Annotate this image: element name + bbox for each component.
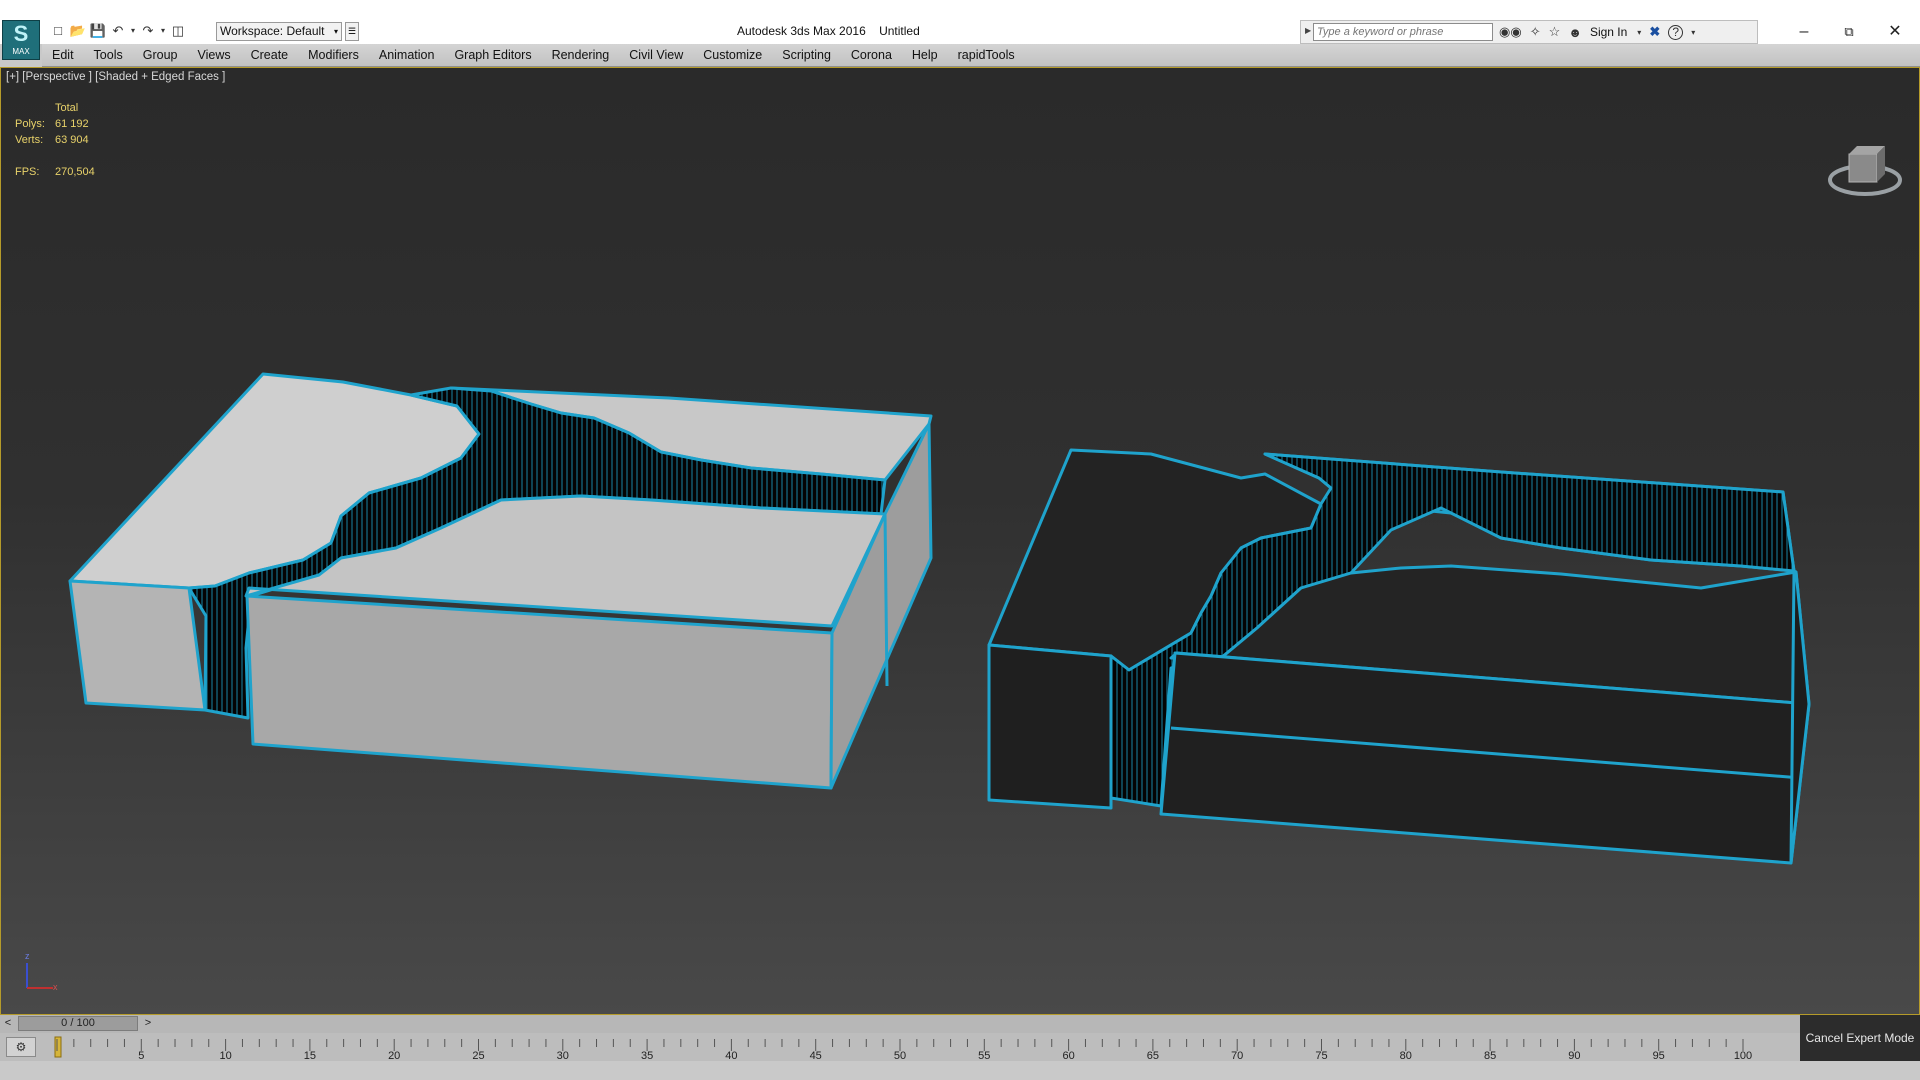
menu-corona[interactable]: Corona bbox=[841, 44, 902, 66]
project-folder-icon[interactable]: ◫ bbox=[168, 22, 188, 40]
menu-scripting[interactable]: Scripting bbox=[772, 44, 841, 66]
quick-access-toolbar: □ 📂 💾 ↶ ▾ ↷ ▾ ◫ bbox=[48, 22, 188, 40]
scene-canvas[interactable] bbox=[1, 68, 1919, 1014]
viewport-statistics: Total Polys: 61 192 Verts: 63 904 FPS: 270,… bbox=[15, 100, 95, 180]
title-bar: S MAX □ 📂 💾 ↶ ▾ ↷ ▾ ◫ Workspace: Default… bbox=[0, 0, 1920, 60]
frame-ruler[interactable]: 5 10 15 20 25 30 35 40 45 50 55 60 65 70 75 80 85 90 95 100 bbox=[0, 1033, 1800, 1061]
app-name: Autodesk 3ds Max 2016 bbox=[737, 24, 866, 38]
time-slider-next-button[interactable]: > bbox=[140, 1016, 156, 1031]
fps-value: 270,504 bbox=[55, 166, 95, 178]
menu-rendering[interactable]: Rendering bbox=[542, 44, 620, 66]
cancel-expert-mode-button[interactable]: Cancel Expert Mode bbox=[1800, 1015, 1920, 1061]
ruler-label: 15 bbox=[304, 1050, 316, 1061]
verts-label: Verts: bbox=[15, 134, 44, 146]
verts-value: 63 904 bbox=[55, 134, 89, 146]
ruler-label: 10 bbox=[219, 1050, 231, 1061]
chevron-down-icon: ▾ bbox=[333, 27, 338, 36]
axis-tripod-icon bbox=[26, 963, 53, 989]
menu-edit[interactable]: Edit bbox=[42, 44, 84, 66]
fps-label: FPS: bbox=[15, 166, 40, 178]
save-icon[interactable]: 💾 bbox=[88, 22, 108, 40]
logo-text: MAX bbox=[12, 47, 30, 56]
ruler-label: 30 bbox=[557, 1050, 569, 1061]
ruler-label: 5 bbox=[138, 1050, 144, 1061]
communication-center-icon[interactable]: ✧ bbox=[1530, 24, 1541, 40]
menu-modifiers[interactable]: Modifiers bbox=[298, 44, 369, 66]
restore-button[interactable]: ⧉ bbox=[1826, 20, 1872, 44]
new-file-icon[interactable]: □ bbox=[48, 22, 68, 40]
collapse-arrow-icon[interactable]: ▶ bbox=[1305, 26, 1311, 35]
terrain-block-wireframe[interactable] bbox=[987, 448, 1811, 865]
workspace-dropdown[interactable]: Workspace: Default ▾ bbox=[216, 22, 342, 41]
ruler-label: 25 bbox=[472, 1050, 484, 1061]
stats-header: Total bbox=[55, 102, 79, 114]
ruler-label: 40 bbox=[725, 1050, 737, 1061]
menu-bar: Edit Tools Group Views Create Modifiers Animat… bbox=[42, 44, 1920, 67]
ruler-label: 60 bbox=[1062, 1050, 1074, 1061]
ruler-label: 95 bbox=[1653, 1050, 1665, 1061]
ruler-label: 70 bbox=[1231, 1050, 1243, 1061]
document-name: Untitled bbox=[879, 24, 920, 38]
menu-tools[interactable]: Tools bbox=[84, 44, 133, 66]
polys-label: Polys: bbox=[15, 118, 45, 130]
ruler-label: 75 bbox=[1315, 1050, 1327, 1061]
frame-label: 0 / 100 bbox=[61, 1017, 95, 1029]
menu-group[interactable]: Group bbox=[133, 44, 188, 66]
axis-x-label: x bbox=[53, 982, 58, 992]
time-slider[interactable]: 0 / 100 bbox=[18, 1016, 138, 1031]
app-menu-button[interactable]: S MAX bbox=[2, 20, 40, 60]
exchange-apps-icon[interactable]: ✖ bbox=[1649, 24, 1660, 40]
redo-icon[interactable]: ↷ bbox=[138, 22, 158, 40]
time-slider-bar: < 0 / 100 > bbox=[0, 1015, 1920, 1033]
undo-dropdown-icon[interactable]: ▾ bbox=[128, 22, 138, 40]
axis-z-label: z bbox=[25, 951, 30, 961]
undo-icon[interactable]: ↶ bbox=[108, 22, 128, 40]
ruler-label: 90 bbox=[1568, 1050, 1580, 1061]
chevron-down-icon[interactable]: ▾ bbox=[1637, 28, 1641, 37]
polys-value: 61 192 bbox=[55, 118, 89, 130]
menu-animation[interactable]: Animation bbox=[369, 44, 445, 66]
menu-customize[interactable]: Customize bbox=[693, 44, 772, 66]
help-icon[interactable]: ? bbox=[1668, 24, 1684, 40]
time-slider-prev-button[interactable]: < bbox=[0, 1016, 16, 1031]
menu-help[interactable]: Help bbox=[902, 44, 948, 66]
time-cursor[interactable] bbox=[54, 1036, 62, 1058]
sign-in-link[interactable]: Sign In bbox=[1590, 25, 1627, 39]
ruler-label: 50 bbox=[894, 1050, 906, 1061]
menu-create[interactable]: Create bbox=[241, 44, 299, 66]
close-button[interactable]: ✕ bbox=[1872, 20, 1918, 44]
ruler-label: 65 bbox=[1147, 1050, 1159, 1061]
infocenter: ▶ ◉◉ ✧ ☆ ☻ Sign In ▾ ✖ ? ▾ bbox=[1300, 20, 1758, 44]
chevron-down-icon[interactable]: ▾ bbox=[1691, 28, 1695, 37]
ruler-label: 80 bbox=[1400, 1050, 1412, 1061]
menu-graph-editors[interactable]: Graph Editors bbox=[444, 44, 541, 66]
menu-rapidtools[interactable]: rapidTools bbox=[948, 44, 1025, 66]
ruler-label: 55 bbox=[978, 1050, 990, 1061]
window-title: Autodesk 3ds Max 2016 Untitled bbox=[737, 24, 920, 38]
minimize-button[interactable]: – bbox=[1781, 20, 1827, 44]
ruler-label: 85 bbox=[1484, 1050, 1496, 1061]
redo-dropdown-icon[interactable]: ▾ bbox=[158, 22, 168, 40]
perspective-viewport[interactable]: [+] [Perspective ] [Shaded + Edged Faces… bbox=[0, 67, 1920, 1015]
ruler-label: 35 bbox=[641, 1050, 653, 1061]
3dsmax-logo-icon: S bbox=[13, 21, 29, 46]
customize-toolbar-button[interactable]: ☰ bbox=[345, 22, 359, 41]
workspace-label: Workspace: Default bbox=[220, 24, 325, 38]
ruler-label: 20 bbox=[388, 1050, 400, 1061]
user-icon[interactable]: ☻ bbox=[1568, 25, 1582, 40]
menu-views[interactable]: Views bbox=[187, 44, 240, 66]
viewcube[interactable] bbox=[1828, 146, 1902, 196]
open-file-icon[interactable]: 📂 bbox=[68, 22, 88, 40]
ruler-label: 45 bbox=[810, 1050, 822, 1061]
search-input[interactable] bbox=[1313, 23, 1493, 41]
binoculars-icon[interactable]: ◉◉ bbox=[1499, 24, 1522, 40]
menu-civil-view[interactable]: Civil View bbox=[619, 44, 693, 66]
terrain-block-shaded[interactable] bbox=[68, 372, 933, 790]
status-bar bbox=[0, 1061, 1920, 1080]
ruler-label: 100 bbox=[1734, 1050, 1752, 1061]
favorites-star-icon[interactable]: ☆ bbox=[1549, 24, 1561, 40]
viewport-label[interactable]: [+] [Perspective ] [Shaded + Edged Faces… bbox=[6, 71, 225, 83]
track-bar[interactable]: ⚙ 5 10 15 20 25 30 35 40 45 50 55 60 65 70 75 80 85 90 95 1… bbox=[0, 1033, 1920, 1061]
